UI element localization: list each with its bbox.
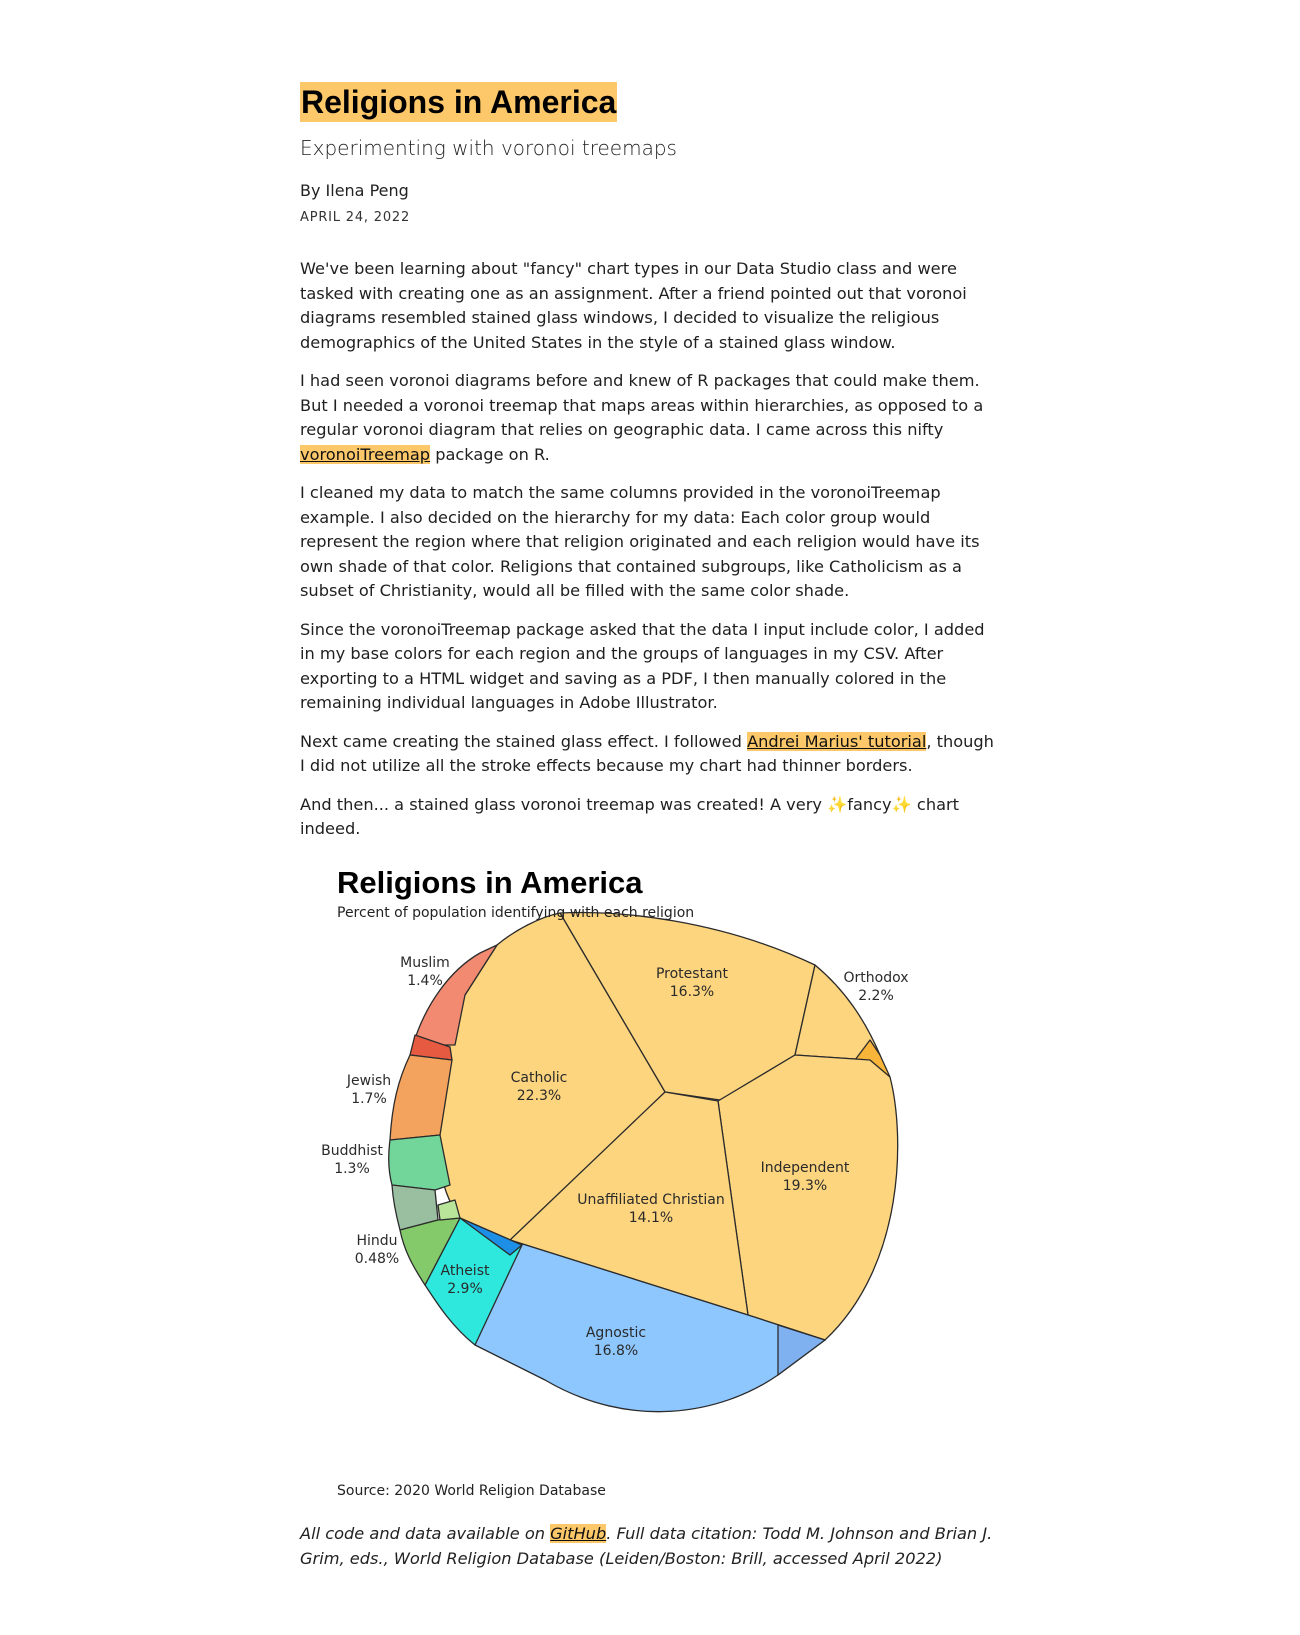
paragraph-3: I cleaned my data to match the same colu… [300, 483, 980, 600]
chart-title: Religions in America [337, 865, 643, 900]
cell-value-agnostic: 16.8% [594, 1343, 638, 1359]
paragraph-4: Since the voronoiTreemap package asked t… [300, 619, 985, 713]
page-title: Religions in America [300, 82, 618, 122]
paragraph-6: And then... a stained glass voronoi tree… [300, 793, 1000, 842]
paragraph-6-text-a: And then... a stained glass voronoi tree… [300, 794, 828, 814]
cell-value-hindu: 0.48% [355, 1251, 399, 1267]
chart-figure: Catholic 22.3% Independent 19.3% Agnostic 16.… [300, 855, 980, 1515]
publish-date: APRIL 24, 2022 [300, 210, 411, 225]
cell-label-buddhist: Buddhist [321, 1143, 383, 1159]
chart-subtitle: Percent of population identifying with e… [337, 905, 695, 921]
paragraph-1: We've been learning about "fancy" chart … [300, 259, 967, 352]
paragraph-5-text-a: Next came creating the stained glass eff… [300, 731, 748, 751]
page-subtitle: Experimenting with voronoi treemaps [300, 136, 677, 160]
cell-label-orthodox: Orthodox [843, 970, 908, 986]
paragraph-2: I had seen voronoi diagrams before and k… [300, 369, 1000, 467]
voronoi-treemap-chart: Catholic 22.3% Independent 19.3% Agnostic 16.… [321, 911, 909, 1413]
cell-label-muslim: Muslim [400, 955, 450, 971]
footer-citation: All code and data available on GitHub. F… [300, 1522, 1000, 1571]
cell-value-unaffiliated-christian: 14.1% [629, 1210, 673, 1226]
andrei-marius-tutorial-link[interactable]: Andrei Marius' tutorial [747, 731, 927, 751]
paragraph-2-text-b: package on R. [430, 444, 550, 464]
paragraph-6-fancy: fancy [847, 794, 892, 814]
paragraph-5: Next came creating the stained glass eff… [300, 730, 1000, 779]
cell-value-buddhist: 1.3% [334, 1161, 370, 1177]
cell-label-agnostic: Agnostic [586, 1325, 646, 1341]
github-link[interactable]: GitHub [550, 1524, 607, 1543]
byline: By Ilena Peng [300, 181, 409, 200]
cell-label-unaffiliated-christian: Unaffiliated Christian [577, 1192, 724, 1208]
cell-value-orthodox: 2.2% [858, 988, 894, 1004]
cell-label-hindu: Hindu [356, 1233, 397, 1249]
cell-value-muslim: 1.4% [407, 973, 443, 989]
cell-label-catholic: Catholic [511, 1070, 568, 1086]
cell-label-protestant: Protestant [656, 966, 729, 982]
cell-label-independent: Independent [761, 1160, 850, 1176]
treemap-cell-buddhist [388, 1134, 451, 1191]
article: Religions in America Experimenting with … [300, 82, 1000, 842]
cell-value-catholic: 22.3% [517, 1088, 561, 1104]
cell-value-protestant: 16.3% [670, 984, 714, 1000]
cell-label-jewish: Jewish [346, 1073, 391, 1089]
cell-value-jewish: 1.7% [351, 1091, 387, 1107]
cell-label-atheist: Atheist [441, 1263, 490, 1279]
cell-value-atheist: 2.9% [447, 1281, 483, 1297]
article-body: We've been learning about "fancy" chart … [300, 257, 1000, 842]
cell-value-independent: 19.3% [783, 1178, 827, 1194]
sparkle-icon: ✨ [827, 794, 848, 814]
paragraph-2-text-a: I had seen voronoi diagrams before and k… [300, 371, 984, 439]
chart-source: Source: 2020 World Religion Database [337, 1483, 606, 1499]
sparkle-icon: ✨ [891, 794, 912, 814]
voronoi-treemap-link[interactable]: voronoiTreemap [300, 444, 431, 464]
footer-text-a: All code and data available on [300, 1524, 551, 1543]
